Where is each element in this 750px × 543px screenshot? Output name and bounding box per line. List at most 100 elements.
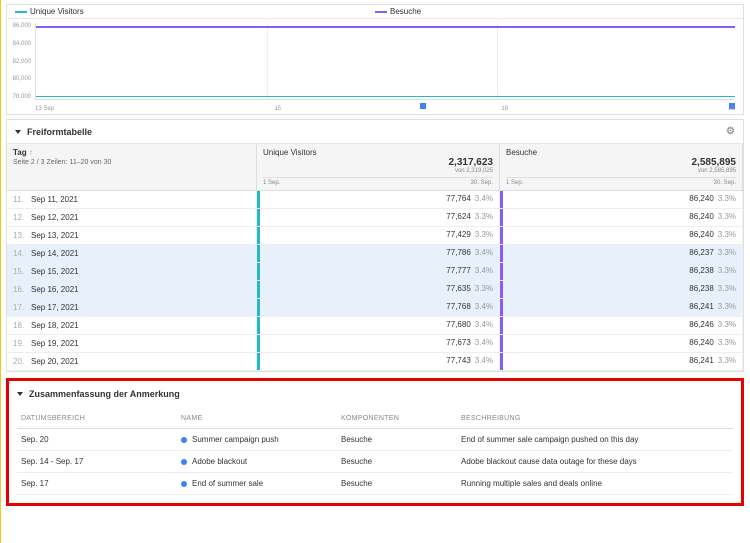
- b-value: 86,240: [689, 338, 713, 347]
- table-body: 11.Sep 11, 202177,7643.4%86,2403.3%12.Se…: [7, 191, 743, 371]
- caret-down-icon[interactable]: [17, 392, 23, 396]
- table-header: Tag ↑ Seite 2 / 3 Zeilen: 11–20 von 30 U…: [7, 144, 743, 191]
- uv-value: 77,743: [446, 356, 470, 365]
- col-desc: BESCHREIBUNG: [461, 415, 729, 422]
- b-pct: 3.3%: [718, 302, 736, 311]
- anno-desc: Running multiple sales and deals online: [461, 479, 729, 488]
- uv-pct: 3.4%: [475, 194, 493, 203]
- gear-icon[interactable]: ⚙: [726, 126, 735, 137]
- row-date: Sep 14, 2021: [31, 249, 79, 258]
- uv-pct: 3.4%: [475, 320, 493, 329]
- table-row[interactable]: 15.Sep 15, 202177,7773.4%86,2383.3%: [7, 263, 743, 281]
- row-number: 17.: [13, 303, 27, 312]
- dimension-label: Tag: [13, 148, 27, 157]
- y-axis: 86,000 84,000 82,000 80,000 78,000: [9, 23, 31, 100]
- table-row[interactable]: 19.Sep 19, 202177,6733.4%86,2403.3%: [7, 335, 743, 353]
- annotation-row[interactable]: Sep. 17End of summer saleBesucheRunning …: [17, 473, 733, 495]
- table-row[interactable]: 17.Sep 17, 202177,7683.4%86,2413.3%: [7, 299, 743, 317]
- anno-name: Adobe blackout: [192, 457, 247, 466]
- table-row[interactable]: 18.Sep 18, 202177,6803.4%86,2463.3%: [7, 317, 743, 335]
- col-comp: KOMPONENTEN: [341, 415, 461, 422]
- color-dot-icon: [181, 481, 187, 487]
- uv-sub: von 2,319,025: [455, 168, 493, 174]
- caret-down-icon[interactable]: [15, 130, 21, 134]
- row-number: 20.: [13, 357, 27, 366]
- b-pct: 3.3%: [718, 266, 736, 275]
- table-row[interactable]: 14.Sep 14, 202177,7863.4%86,2373.3%: [7, 245, 743, 263]
- row-number: 15.: [13, 267, 27, 276]
- uv-value: 77,635: [446, 284, 470, 293]
- annotation-row[interactable]: Sep. 20Summer campaign pushBesucheEnd of…: [17, 429, 733, 451]
- pager-pos[interactable]: 2 / 3: [31, 159, 45, 166]
- anno-component: Besuche: [341, 435, 461, 444]
- table-row[interactable]: 20.Sep 20, 202177,7433.4%86,2413.3%: [7, 353, 743, 371]
- row-date: Sep 12, 2021: [31, 213, 79, 222]
- annotation-title: Zusammenfassung der Anmerkung: [29, 389, 180, 399]
- y-tick: 82,000: [9, 59, 31, 65]
- freeform-title: Freiformtabelle: [27, 127, 92, 137]
- series-line-besuche: [36, 26, 735, 28]
- row-number: 16.: [13, 285, 27, 294]
- table-row[interactable]: 11.Sep 11, 202177,7643.4%86,2403.3%: [7, 191, 743, 209]
- uv-value: 77,673: [446, 338, 470, 347]
- y-tick: 86,000: [9, 23, 31, 29]
- chart-legend: Unique Visitors Besuche: [7, 5, 743, 19]
- range-to: 30. Sep.: [471, 180, 493, 186]
- b-value: 86,237: [689, 248, 713, 257]
- row-date: Sep 19, 2021: [31, 339, 79, 348]
- y-tick: 84,000: [9, 41, 31, 47]
- series-line-uv: [36, 96, 735, 98]
- freeform-title-bar: Freiformtabelle ⚙: [7, 120, 743, 144]
- range-from: 1 Sep.: [263, 180, 280, 186]
- anno-date: Sep. 17: [21, 479, 181, 488]
- legend-swatch-besuche: [375, 11, 387, 13]
- b-pct: 3.3%: [718, 338, 736, 347]
- b-pct: 3.3%: [718, 284, 736, 293]
- b-value: 86,238: [689, 266, 713, 275]
- uv-pct: 3.4%: [475, 248, 493, 257]
- b-value: 86,240: [689, 194, 713, 203]
- range-to: 30. Sep.: [714, 180, 736, 186]
- row-number: 13.: [13, 231, 27, 240]
- row-number: 12.: [13, 213, 27, 222]
- table-row[interactable]: 12.Sep 12, 202177,6243.3%86,2403.3%: [7, 209, 743, 227]
- x-tick: 18: [501, 106, 508, 112]
- anno-component: Besuche: [341, 457, 461, 466]
- metric-header-uv[interactable]: Unique Visitors: [263, 148, 493, 157]
- uv-pct: 3.3%: [475, 212, 493, 221]
- uv-pct: 3.3%: [475, 230, 493, 239]
- b-pct: 3.3%: [718, 248, 736, 257]
- legend-swatch-uv: [15, 11, 27, 13]
- plot-region: [35, 23, 735, 100]
- row-number: 19.: [13, 339, 27, 348]
- uv-value: 77,768: [446, 302, 470, 311]
- b-pct: 3.3%: [718, 320, 736, 329]
- annotation-row[interactable]: Sep. 14 - Sep. 17Adobe blackoutBesucheAd…: [17, 451, 733, 473]
- uv-value: 77,777: [446, 266, 470, 275]
- row-number: 11.: [13, 195, 27, 204]
- b-value: 86,238: [689, 284, 713, 293]
- color-dot-icon: [181, 437, 187, 443]
- rows-label: Zeilen:: [47, 159, 68, 166]
- col-date: DATUMSBEREICH: [21, 415, 181, 422]
- table-row[interactable]: 16.Sep 16, 202177,6353.3%86,2383.3%: [7, 281, 743, 299]
- table-row[interactable]: 13.Sep 13, 202177,4293.3%86,2403.3%: [7, 227, 743, 245]
- metric-header-besuche[interactable]: Besuche: [506, 148, 736, 157]
- anno-name: End of summer sale: [192, 479, 263, 488]
- uv-total: 2,317,623: [449, 157, 494, 168]
- b-pct: 3.3%: [718, 230, 736, 239]
- pager-label: Seite: [13, 159, 29, 166]
- row-date: Sep 18, 2021: [31, 321, 79, 330]
- color-dot-icon: [181, 459, 187, 465]
- anno-date: Sep. 20: [21, 435, 181, 444]
- b-value: 86,241: [689, 356, 713, 365]
- uv-pct: 3.4%: [475, 356, 493, 365]
- range-from: 1 Sep.: [506, 180, 523, 186]
- b-pct: 3.3%: [718, 194, 736, 203]
- uv-pct: 3.4%: [475, 302, 493, 311]
- col-name: NAME: [181, 415, 341, 422]
- b-sub: von 2,585,895: [698, 168, 736, 174]
- anno-desc: End of summer sale campaign pushed on th…: [461, 435, 729, 444]
- chart-area[interactable]: 86,000 84,000 82,000 80,000 78,000 13 Se…: [7, 19, 743, 114]
- b-total: 2,585,895: [692, 157, 737, 168]
